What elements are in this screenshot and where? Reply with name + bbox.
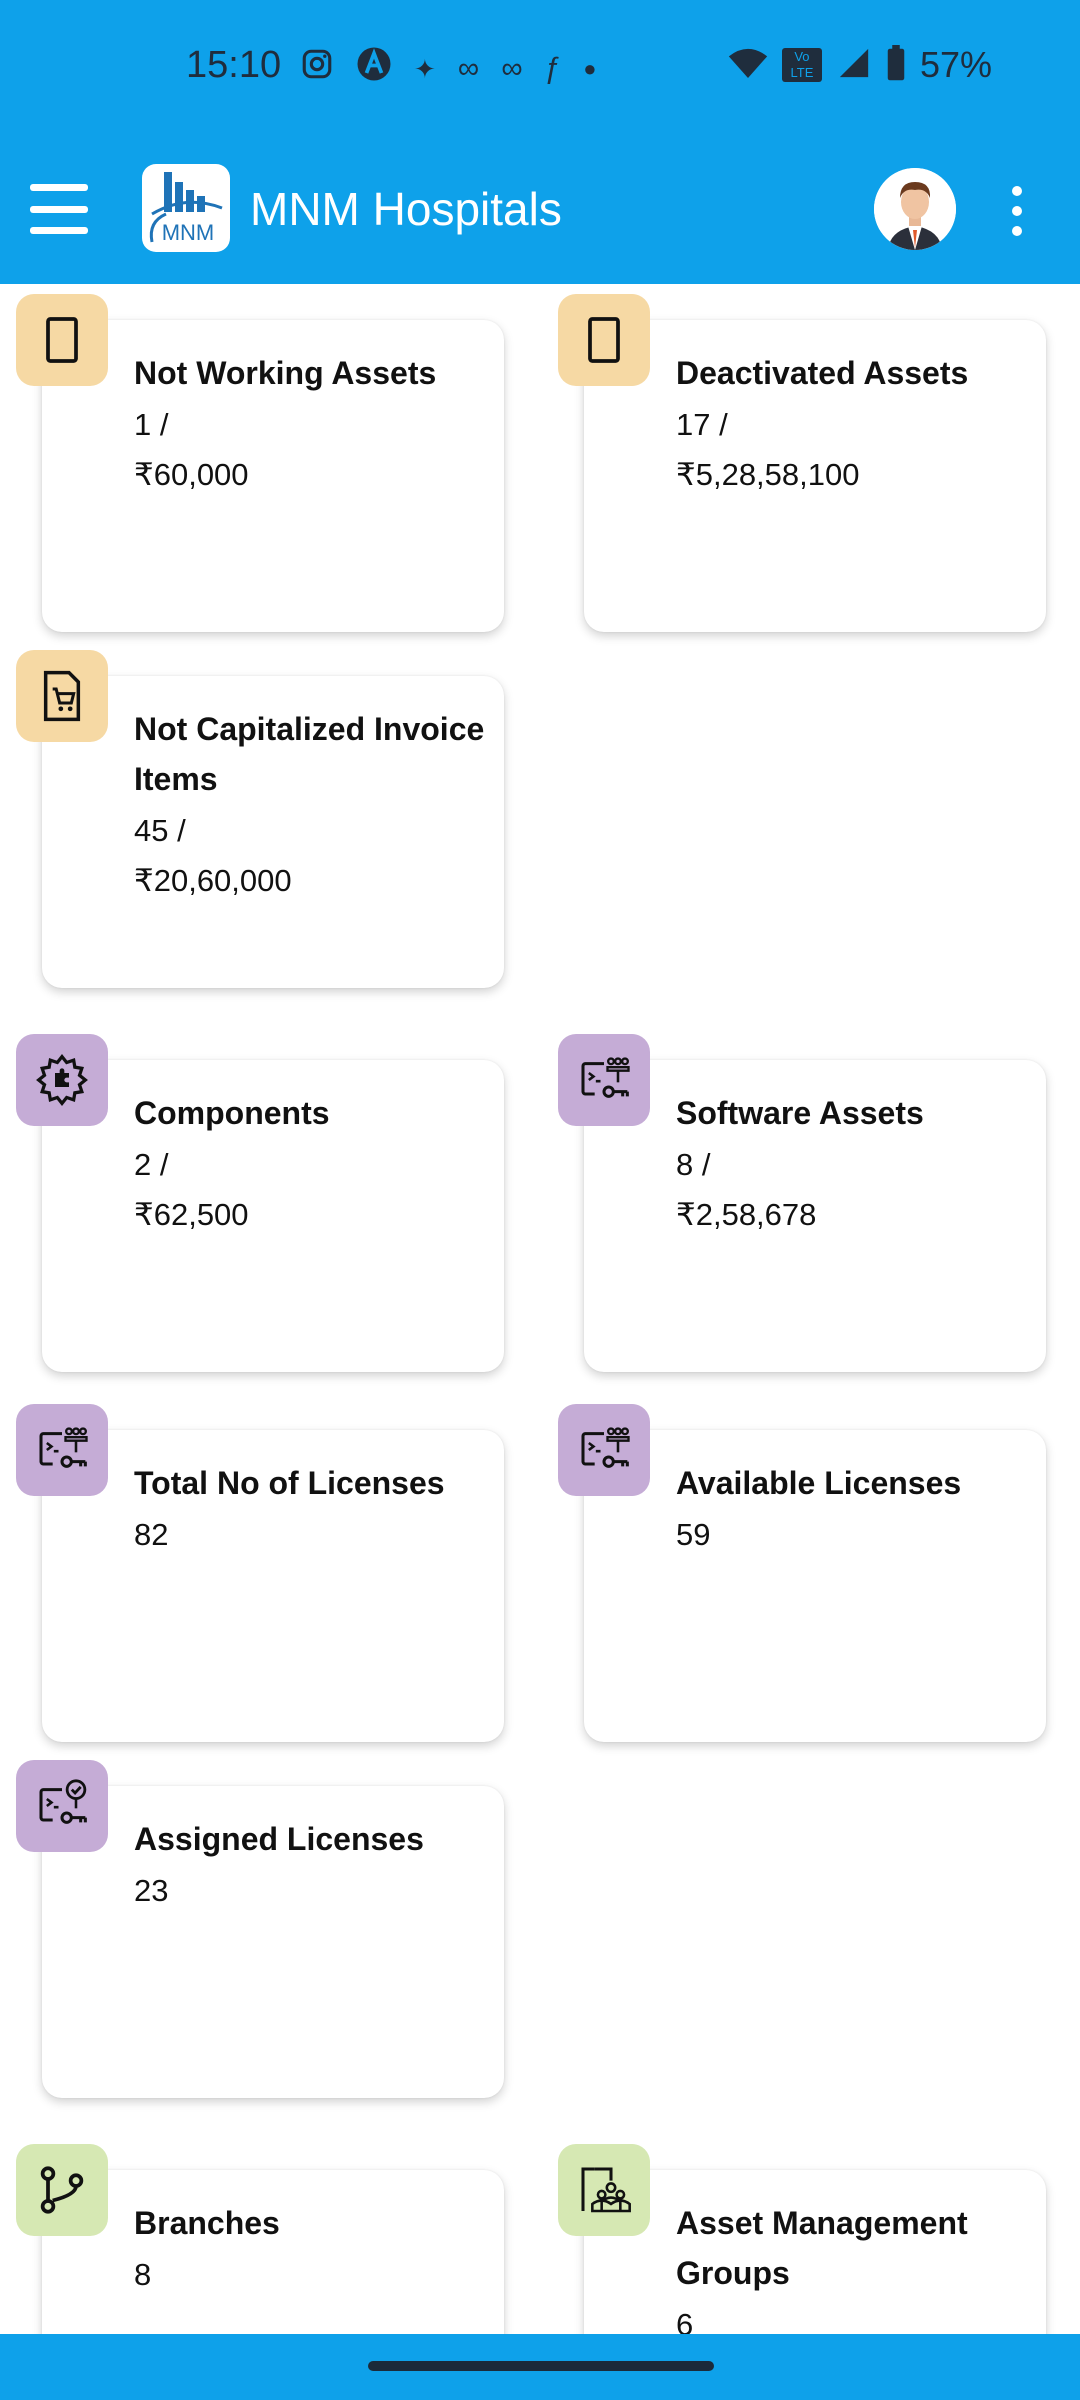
- battery-percent: 57%: [919, 44, 992, 85]
- card-not-capitalized-invoice-items[interactable]: Not Capitalized Invoice Items 45 / ₹20,6…: [42, 676, 504, 988]
- card-amount: ₹60,000: [134, 457, 249, 492]
- profile-avatar[interactable]: [874, 168, 956, 250]
- card-title: Components: [134, 1095, 330, 1131]
- card-amount: ₹20,60,000: [134, 863, 292, 898]
- card-title: Asset Management Groups: [676, 2205, 968, 2291]
- system-status: Vo LTE 57%: [728, 44, 992, 86]
- app-icon: ∞: [457, 51, 480, 85]
- card-amount: ₹5,28,58,100: [676, 457, 860, 492]
- card-asset-management-groups[interactable]: Asset Management Groups 6: [584, 2170, 1046, 2334]
- app-a-icon: [356, 46, 392, 91]
- card-deactivated-assets[interactable]: Deactivated Assets 17 / ₹5,28,58,100: [584, 320, 1046, 632]
- software-license-icon: [558, 1034, 650, 1126]
- wifi-icon: [728, 46, 768, 85]
- gear-puzzle-icon: [16, 1034, 108, 1126]
- card-title: Not Working Assets: [134, 355, 437, 391]
- device-icon: [558, 294, 650, 386]
- card-count: 6: [676, 2307, 694, 2334]
- app-icon: ∞: [501, 51, 523, 85]
- dashboard-cards: Not Working Assets 1 / ₹60,000 Deactivat…: [0, 284, 1080, 2334]
- menu-icon[interactable]: [30, 184, 88, 234]
- card-amount: ₹2,58,678: [676, 1197, 817, 1232]
- card-amount: ₹62,500: [134, 1197, 249, 1232]
- card-count: 23: [134, 1873, 169, 1908]
- card-total-licenses[interactable]: Total No of Licenses 82: [42, 1430, 504, 1742]
- branch-icon: [16, 2144, 108, 2236]
- software-license-icon: [558, 1404, 650, 1496]
- card-title: Software Assets: [676, 1095, 924, 1131]
- group-icon: [558, 2144, 650, 2236]
- card-title: Assigned Licenses: [134, 1821, 424, 1857]
- card-title: Total No of Licenses: [134, 1465, 445, 1501]
- battery-icon: [886, 44, 906, 86]
- assigned-license-icon: [16, 1760, 108, 1852]
- card-title: Available Licenses: [676, 1465, 962, 1501]
- card-not-working-assets[interactable]: Not Working Assets 1 / ₹60,000: [42, 320, 504, 632]
- status-bar: 15:10 ✦ ∞ ∞ ƒ ● Vo LTE 57%: [0, 0, 1080, 138]
- card-count: 2 /: [134, 1147, 169, 1182]
- card-components[interactable]: Components 2 / ₹62,500: [42, 1060, 504, 1372]
- card-available-licenses[interactable]: Available Licenses 59: [584, 1430, 1046, 1742]
- card-count: 59: [676, 1517, 711, 1552]
- invoice-cart-icon: [16, 650, 108, 742]
- card-branches[interactable]: Branches 8: [42, 2170, 504, 2334]
- status-time: 15:10: [186, 44, 282, 86]
- signal-icon: [836, 46, 872, 85]
- card-count: 8 /: [676, 1147, 711, 1182]
- volte-icon: Vo LTE: [781, 48, 822, 82]
- card-count: 8: [134, 2257, 152, 2292]
- card-assigned-licenses[interactable]: Assigned Licenses 23: [42, 1786, 504, 2098]
- card-count: 82: [134, 1517, 169, 1552]
- app-bar: MNM MNM Hospitals: [0, 138, 1080, 284]
- dot-icon: ●: [583, 55, 597, 81]
- app-title: MNM Hospitals: [250, 183, 562, 235]
- card-count: 17 /: [676, 407, 728, 442]
- card-title: Deactivated Assets: [676, 355, 969, 391]
- card-title: Not Capitalized Invoice Items: [134, 711, 485, 797]
- gesture-handle[interactable]: [368, 2361, 714, 2371]
- software-license-icon: [16, 1404, 108, 1496]
- flipkart-icon: ƒ: [544, 51, 562, 85]
- card-count: 45 /: [134, 813, 186, 848]
- card-count: 1 /: [134, 407, 169, 442]
- notification-icons: ✦ ∞ ∞ ƒ ●: [300, 46, 597, 91]
- app-icon: ✦: [414, 53, 436, 84]
- card-title: Branches: [134, 2205, 280, 2241]
- instagram-icon: [300, 47, 334, 90]
- card-software-assets[interactable]: Software Assets 8 / ₹2,58,678: [584, 1060, 1046, 1372]
- system-nav-bar: [0, 2334, 1080, 2400]
- more-options-icon[interactable]: [1000, 186, 1034, 236]
- device-icon: [16, 294, 108, 386]
- hospital-logo: MNM: [142, 164, 230, 252]
- logo-text: MNM: [162, 220, 215, 245]
